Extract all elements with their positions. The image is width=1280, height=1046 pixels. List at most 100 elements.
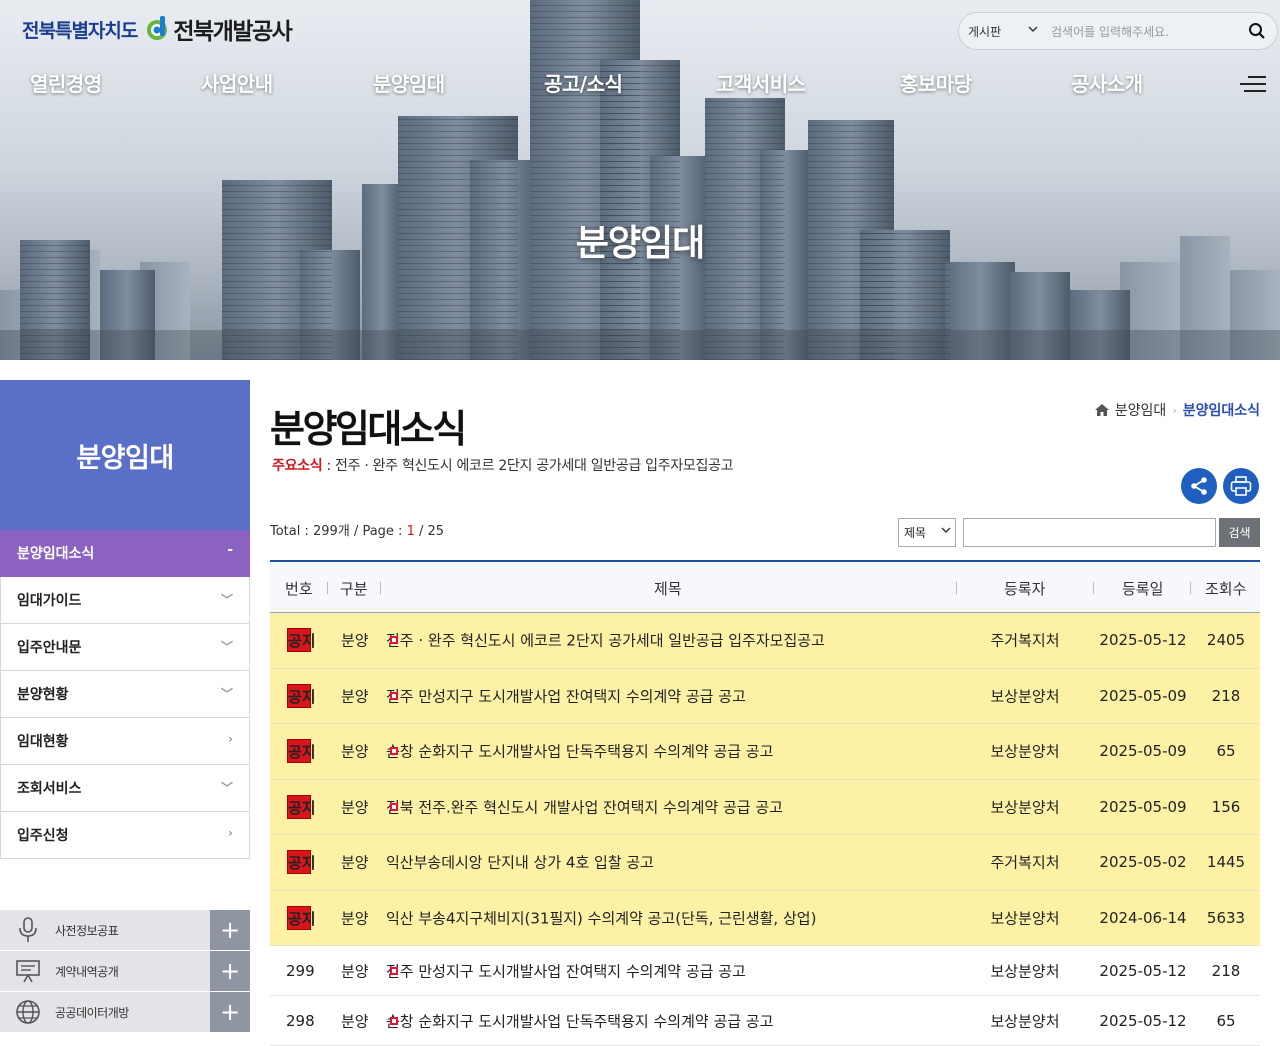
table-row[interactable]: 공지 분양 익산부송데시앙 단지내 상가 4호 입찰 공고 주거복지처 2025-05-… — [270, 835, 1260, 891]
home-icon[interactable] — [1094, 404, 1109, 416]
nav-item-management[interactable]: 열린경영 — [30, 68, 102, 97]
sidebar-item-move-in-apply[interactable]: 입주신청 › — [0, 812, 250, 859]
new-icon — [390, 691, 398, 700]
sidebar-item-sales-status[interactable]: 분양현황 ﹀ — [0, 671, 250, 718]
row-writer: 주거복지처 — [990, 631, 1060, 650]
row-views: 218 — [1211, 686, 1241, 705]
row-views: 156 — [1211, 797, 1241, 816]
notice-badge-label: 공지 — [287, 683, 316, 708]
nav-item-business[interactable]: 사업안내 — [201, 68, 273, 97]
sidebar-item-rental-guide[interactable]: 임대가이드 ﹀ — [0, 577, 250, 624]
row-title: 전주 만성지구 도시개발사업 잔여택지 수의계약 공급 공고 — [386, 687, 746, 706]
sidebar-item-label: 임대현황 — [17, 734, 69, 750]
search-scope-label: 게시판 — [968, 24, 1002, 39]
row-views: 65 — [1216, 742, 1236, 761]
table-row[interactable]: 298 분양 순창 순화지구 도시개발사업 단독주택용지 수의계약 공급 공고 보상분… — [270, 996, 1260, 1046]
share-button[interactable] — [1181, 468, 1217, 504]
board-total: Total : 299개 / Page : 1 / 25 — [270, 520, 444, 539]
row-number: 298 — [286, 1011, 315, 1030]
sidebar-item-label: 입주안내문 — [17, 640, 82, 656]
row-category: 분양 — [341, 853, 369, 872]
logo-corp-name: 전북개발공사 — [173, 19, 292, 45]
filter-field-select[interactable]: 제목 — [898, 518, 956, 547]
row-writer: 보상분양처 — [990, 962, 1060, 980]
notice-badge-label: 공지 — [287, 905, 316, 930]
breadcrumb-parent[interactable]: 분양임대 — [1115, 400, 1167, 420]
nav-item-sales-rental[interactable]: 분양임대 — [373, 68, 445, 97]
row-views: 65 — [1216, 1011, 1236, 1030]
notice-badge-label: 공지 — [287, 739, 316, 764]
print-icon — [1230, 476, 1252, 496]
board-table: 번호 구분 제목 등록자 등록일 조회수 공지 분양 전주 · 완주 혁신도시 에코… — [270, 560, 1260, 1046]
sidebar-item-news[interactable]: 분양임대소식 - — [0, 530, 250, 577]
sidebar-item-label: 분양현황 — [17, 687, 69, 703]
quick-links: 사전정보공표 + 계약내역공개 + 공공데이터개방 + — [0, 910, 250, 1033]
featured-notice[interactable]: 주요소식 : 전주 · 완주 혁신도시 에코르 2단지 공가세대 일반공급 입주… — [272, 455, 734, 475]
sidebar-item-inquiry-service[interactable]: 조회서비스 ﹀ — [0, 765, 250, 812]
new-icon — [390, 802, 398, 811]
col-category: 구분 — [340, 580, 368, 598]
quick-link-info-disclosure[interactable]: 사전정보공표 + — [0, 910, 250, 951]
logo-province: 전북특별자치도 — [22, 19, 138, 42]
plus-icon[interactable]: + — [210, 951, 250, 991]
row-date: 2025-05-12 — [1099, 961, 1187, 980]
search-button[interactable] — [1237, 13, 1277, 49]
row-date: 2025-05-09 — [1099, 742, 1187, 761]
chevron-down-icon: ﹀ — [220, 593, 233, 607]
col-writer: 등록자 — [1004, 580, 1046, 598]
row-views: 218 — [1211, 961, 1241, 980]
hero-title: 분양임대 — [575, 223, 705, 264]
nav-item-notices[interactable]: 공고/소식 — [544, 68, 623, 97]
search-scope-select[interactable]: 게시판 — [959, 13, 1043, 49]
nav-item-customer-service[interactable]: 고객서비스 — [716, 68, 806, 97]
filter-search-button[interactable]: 검색 — [1219, 518, 1260, 547]
notice-badge-label: 공지 — [287, 850, 316, 875]
table-row[interactable]: 공지 분양 순창 순화지구 도시개발사업 단독주택용지 수의계약 공급 공고 보상분양… — [270, 724, 1260, 780]
nav-item-pr[interactable]: 홍보마당 — [900, 68, 972, 97]
quick-link-open-data[interactable]: 공공데이터개방 + — [0, 992, 250, 1033]
quick-link-label: 사전정보공표 — [55, 923, 119, 938]
logo-mark-icon — [145, 16, 169, 42]
presentation-icon — [0, 959, 55, 983]
quick-link-contracts[interactable]: 계약내역공개 + — [0, 951, 250, 992]
row-category: 분양 — [341, 631, 369, 650]
sidebar-item-rental-status[interactable]: 임대현황 › — [0, 718, 250, 765]
row-date: 2025-05-12 — [1099, 631, 1187, 650]
menu-hamburger-icon[interactable] — [1240, 74, 1266, 94]
sidebar-item-label: 분양임대소식 — [17, 546, 95, 562]
page-prefix: / Page : — [349, 524, 407, 539]
chevron-right-icon: › — [228, 826, 233, 840]
breadcrumb-current[interactable]: 분양임대소식 — [1183, 400, 1260, 420]
nav-item-about[interactable]: 공사소개 — [1071, 68, 1143, 97]
row-title: 순창 순화지구 도시개발사업 단독주택용지 수의계약 공급 공고 — [386, 742, 774, 761]
table-row[interactable]: 공지 분양 전주 만성지구 도시개발사업 잔여택지 수의계약 공급 공고 보상분양처 2… — [270, 668, 1260, 724]
new-icon — [390, 747, 398, 756]
table-row[interactable]: 299 분양 전주 만성지구 도시개발사업 잔여택지 수의계약 공급 공고 보상분양처… — [270, 946, 1260, 996]
chevron-down-icon: ﹀ — [220, 640, 233, 654]
current-page: 1 — [406, 524, 415, 539]
sidebar-title: 분양임대 — [0, 380, 250, 530]
row-views: 2405 — [1206, 631, 1246, 650]
new-icon — [390, 1016, 398, 1025]
filter-keyword-input[interactable] — [963, 518, 1216, 547]
row-writer: 보상분양처 — [990, 687, 1060, 706]
notice-badge-label: 공지 — [287, 794, 316, 819]
site-logo[interactable]: 전북특별자치도 전북개발공사 — [22, 14, 293, 45]
table-row[interactable]: 공지 분양 익산 부송4지구체비지(31필지) 수의계약 공고(단독, 근린생활, … — [270, 890, 1260, 946]
search-input[interactable]: 검색어를 입력해주세요. — [1043, 23, 1237, 40]
row-writer: 보상분양처 — [990, 798, 1060, 817]
row-title: 익산부송데시앙 단지내 상가 4호 입찰 공고 — [386, 853, 654, 872]
plus-icon[interactable]: + — [210, 992, 250, 1032]
table-row[interactable]: 공지 분양 전북 전주.완주 혁신도시 개발사업 잔여택지 수의계약 공급 공고 보상… — [270, 779, 1260, 835]
row-writer: 보상분양처 — [990, 909, 1060, 928]
plus-icon[interactable]: + — [210, 910, 250, 950]
row-category: 분양 — [341, 1012, 369, 1030]
print-button[interactable] — [1223, 468, 1259, 504]
col-title: 제목 — [654, 580, 682, 598]
table-row[interactable]: 공지 분양 전주 · 완주 혁신도시 에코르 2단지 공가세대 일반공급 입주자모집… — [270, 613, 1260, 669]
row-date: 2025-05-12 — [1099, 1011, 1187, 1030]
row-number: 299 — [286, 961, 315, 980]
chevron-down-icon — [1027, 23, 1039, 38]
sidebar-item-move-in-guide[interactable]: 입주안내문 ﹀ — [0, 624, 250, 671]
chevron-down-icon: ﹀ — [220, 781, 233, 795]
